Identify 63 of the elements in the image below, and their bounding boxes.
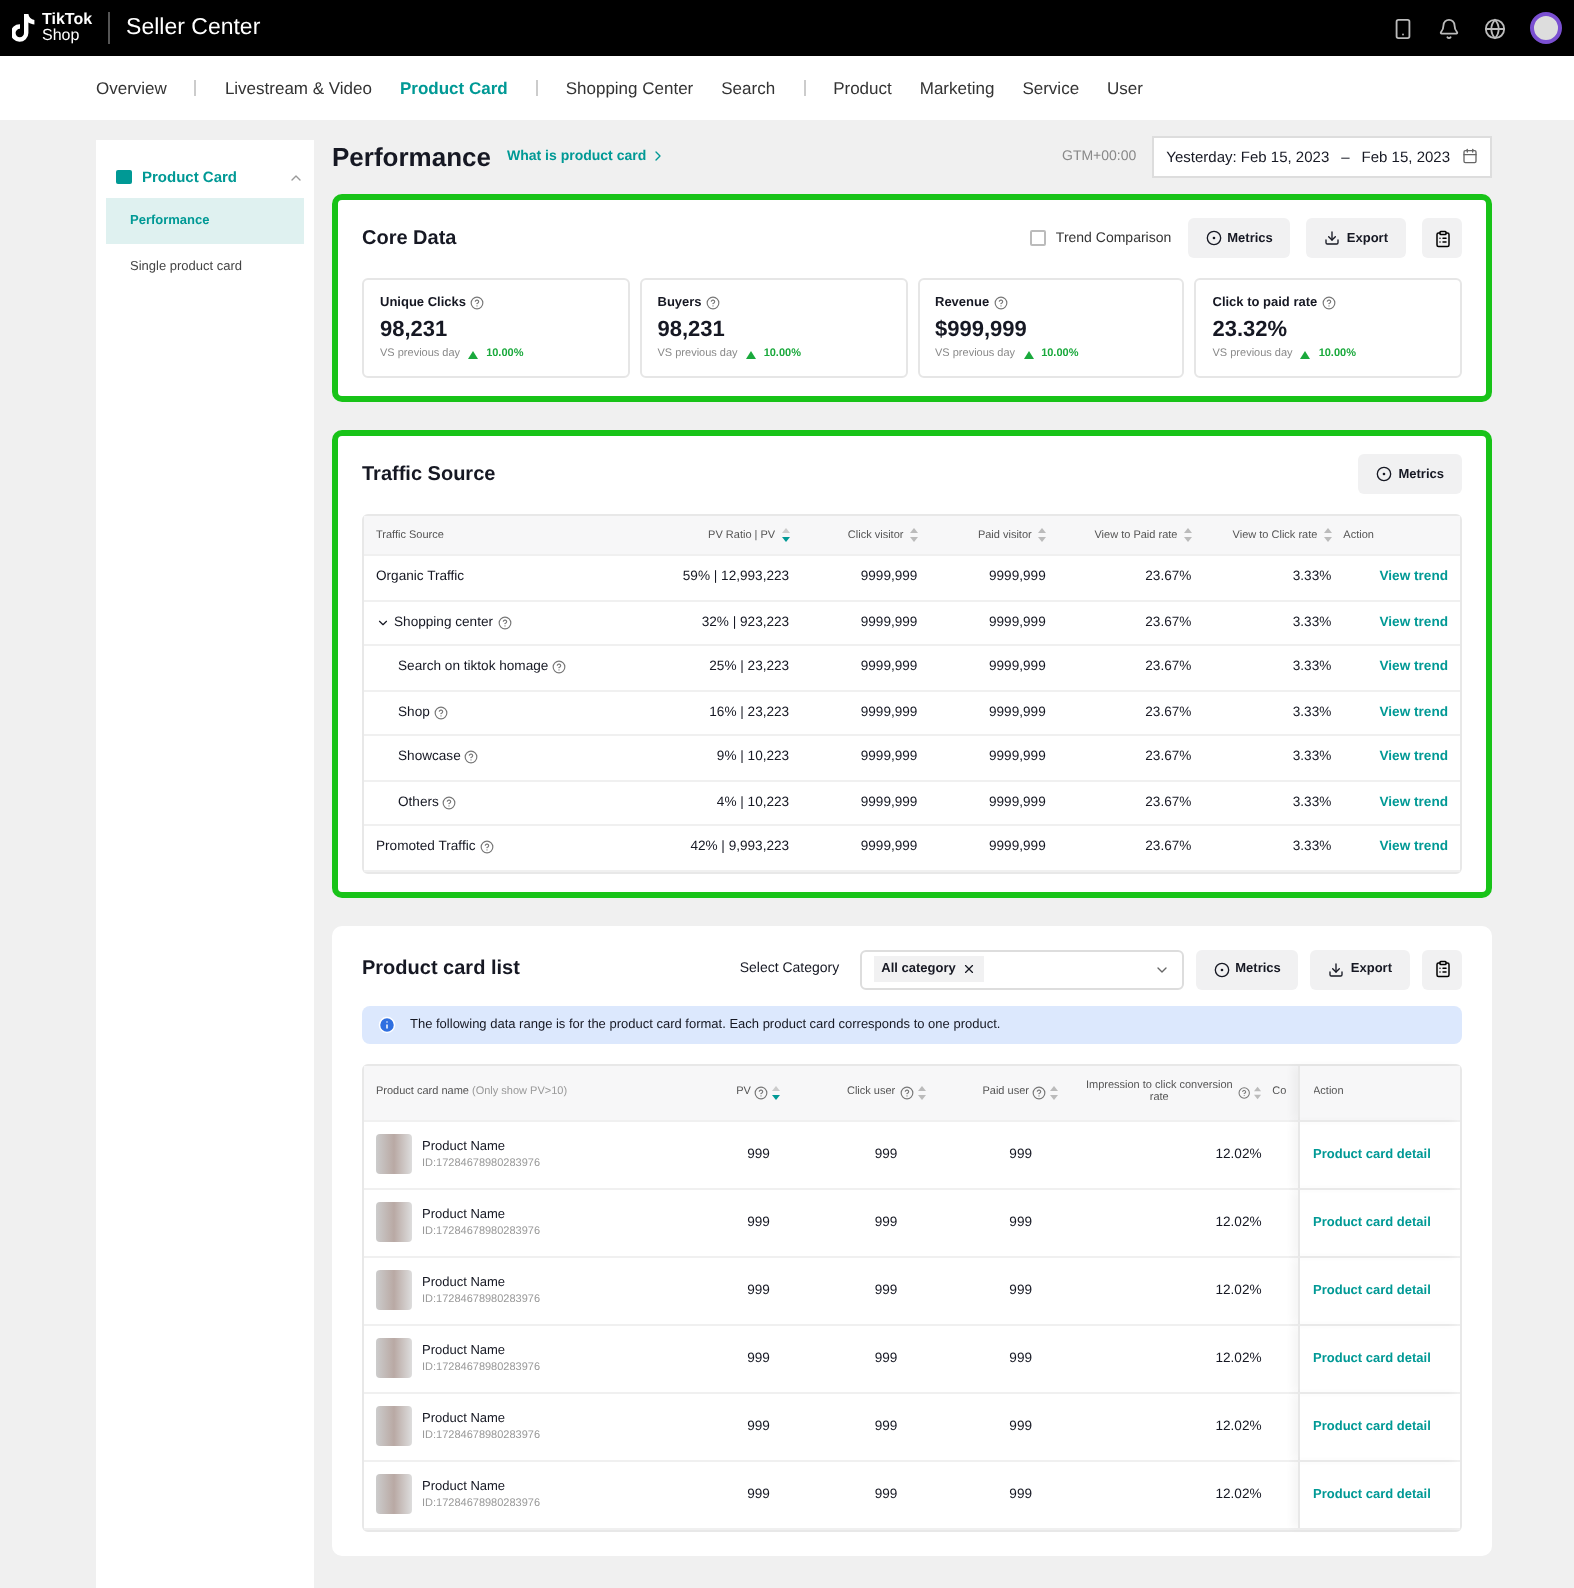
checkbox[interactable] bbox=[1029, 230, 1046, 246]
phone-icon[interactable] bbox=[1392, 17, 1414, 39]
help-icon bbox=[1321, 296, 1336, 310]
help-icon bbox=[705, 296, 720, 310]
sort-icon[interactable] bbox=[1254, 1085, 1262, 1099]
avatar[interactable] bbox=[1530, 12, 1562, 44]
nav-tab[interactable]: Marketing bbox=[919, 78, 995, 98]
nav-tab[interactable]: Shopping Center bbox=[565, 78, 694, 98]
nav-tab[interactable]: Search bbox=[721, 78, 776, 98]
help-icon bbox=[469, 296, 484, 310]
logo-text: TikTok bbox=[42, 12, 93, 28]
download-icon bbox=[1324, 230, 1341, 246]
photo-placeholder bbox=[376, 1202, 412, 1242]
photo-placeholder bbox=[376, 1134, 412, 1174]
up-arrow-icon bbox=[1300, 349, 1311, 359]
clipboard-icon bbox=[1433, 229, 1451, 247]
page-title: Performance bbox=[332, 141, 491, 171]
up-arrow-icon bbox=[468, 349, 479, 359]
help-icon bbox=[993, 296, 1008, 310]
metric-value: 98,231 bbox=[657, 318, 727, 342]
metric-value: 98,231 bbox=[380, 318, 450, 342]
chevron-down-icon[interactable] bbox=[376, 615, 390, 630]
metric-value: $999,999 bbox=[935, 318, 1029, 342]
globe-icon[interactable] bbox=[1484, 17, 1506, 39]
nav-tab[interactable]: Livestream & Video bbox=[224, 78, 372, 98]
logo-text: Shop bbox=[42, 28, 82, 44]
sort-icon[interactable] bbox=[1037, 528, 1046, 542]
nav-tab[interactable]: Overview bbox=[96, 78, 167, 98]
metric-value: 23.32% bbox=[1212, 318, 1290, 342]
chart-icon bbox=[116, 170, 132, 184]
photo-placeholder bbox=[376, 1270, 412, 1310]
section-title: Product card list bbox=[362, 958, 520, 980]
sort-icon[interactable] bbox=[1050, 1085, 1059, 1099]
sort-icon[interactable] bbox=[772, 1085, 781, 1099]
target-icon bbox=[1213, 961, 1230, 977]
clipboard-icon bbox=[1433, 960, 1451, 978]
clipboard-button[interactable] bbox=[1422, 949, 1462, 989]
clipboard-button[interactable] bbox=[1422, 218, 1462, 258]
sort-icon[interactable] bbox=[917, 1085, 926, 1099]
up-arrow-icon bbox=[745, 349, 756, 359]
sort-icon[interactable] bbox=[1323, 528, 1332, 542]
info-icon bbox=[378, 1015, 396, 1033]
section-title: Traffic Source bbox=[362, 463, 496, 485]
music-note-logo-icon bbox=[12, 14, 36, 42]
app-title: Seller Center bbox=[126, 16, 261, 40]
photo-placeholder bbox=[376, 1474, 412, 1514]
photo-placeholder bbox=[376, 1406, 412, 1446]
bell-icon[interactable] bbox=[1438, 17, 1460, 39]
sort-icon[interactable] bbox=[781, 528, 790, 542]
download-icon bbox=[1328, 961, 1345, 977]
nav-tab[interactable]: Service bbox=[1022, 78, 1080, 98]
photo-placeholder bbox=[376, 1338, 412, 1378]
nav-tab[interactable]: Product Card bbox=[400, 78, 508, 98]
close-icon[interactable] bbox=[961, 962, 976, 976]
target-icon bbox=[1376, 466, 1393, 482]
section-title: Core Data bbox=[362, 227, 457, 249]
calendar-icon bbox=[1462, 148, 1478, 164]
up-arrow-icon bbox=[1023, 349, 1034, 359]
nav-tab[interactable]: User bbox=[1107, 78, 1143, 98]
target-icon bbox=[1205, 230, 1222, 246]
sort-icon[interactable] bbox=[909, 528, 918, 542]
sort-icon[interactable] bbox=[1183, 528, 1192, 542]
nav-tab[interactable]: Product bbox=[833, 78, 892, 98]
